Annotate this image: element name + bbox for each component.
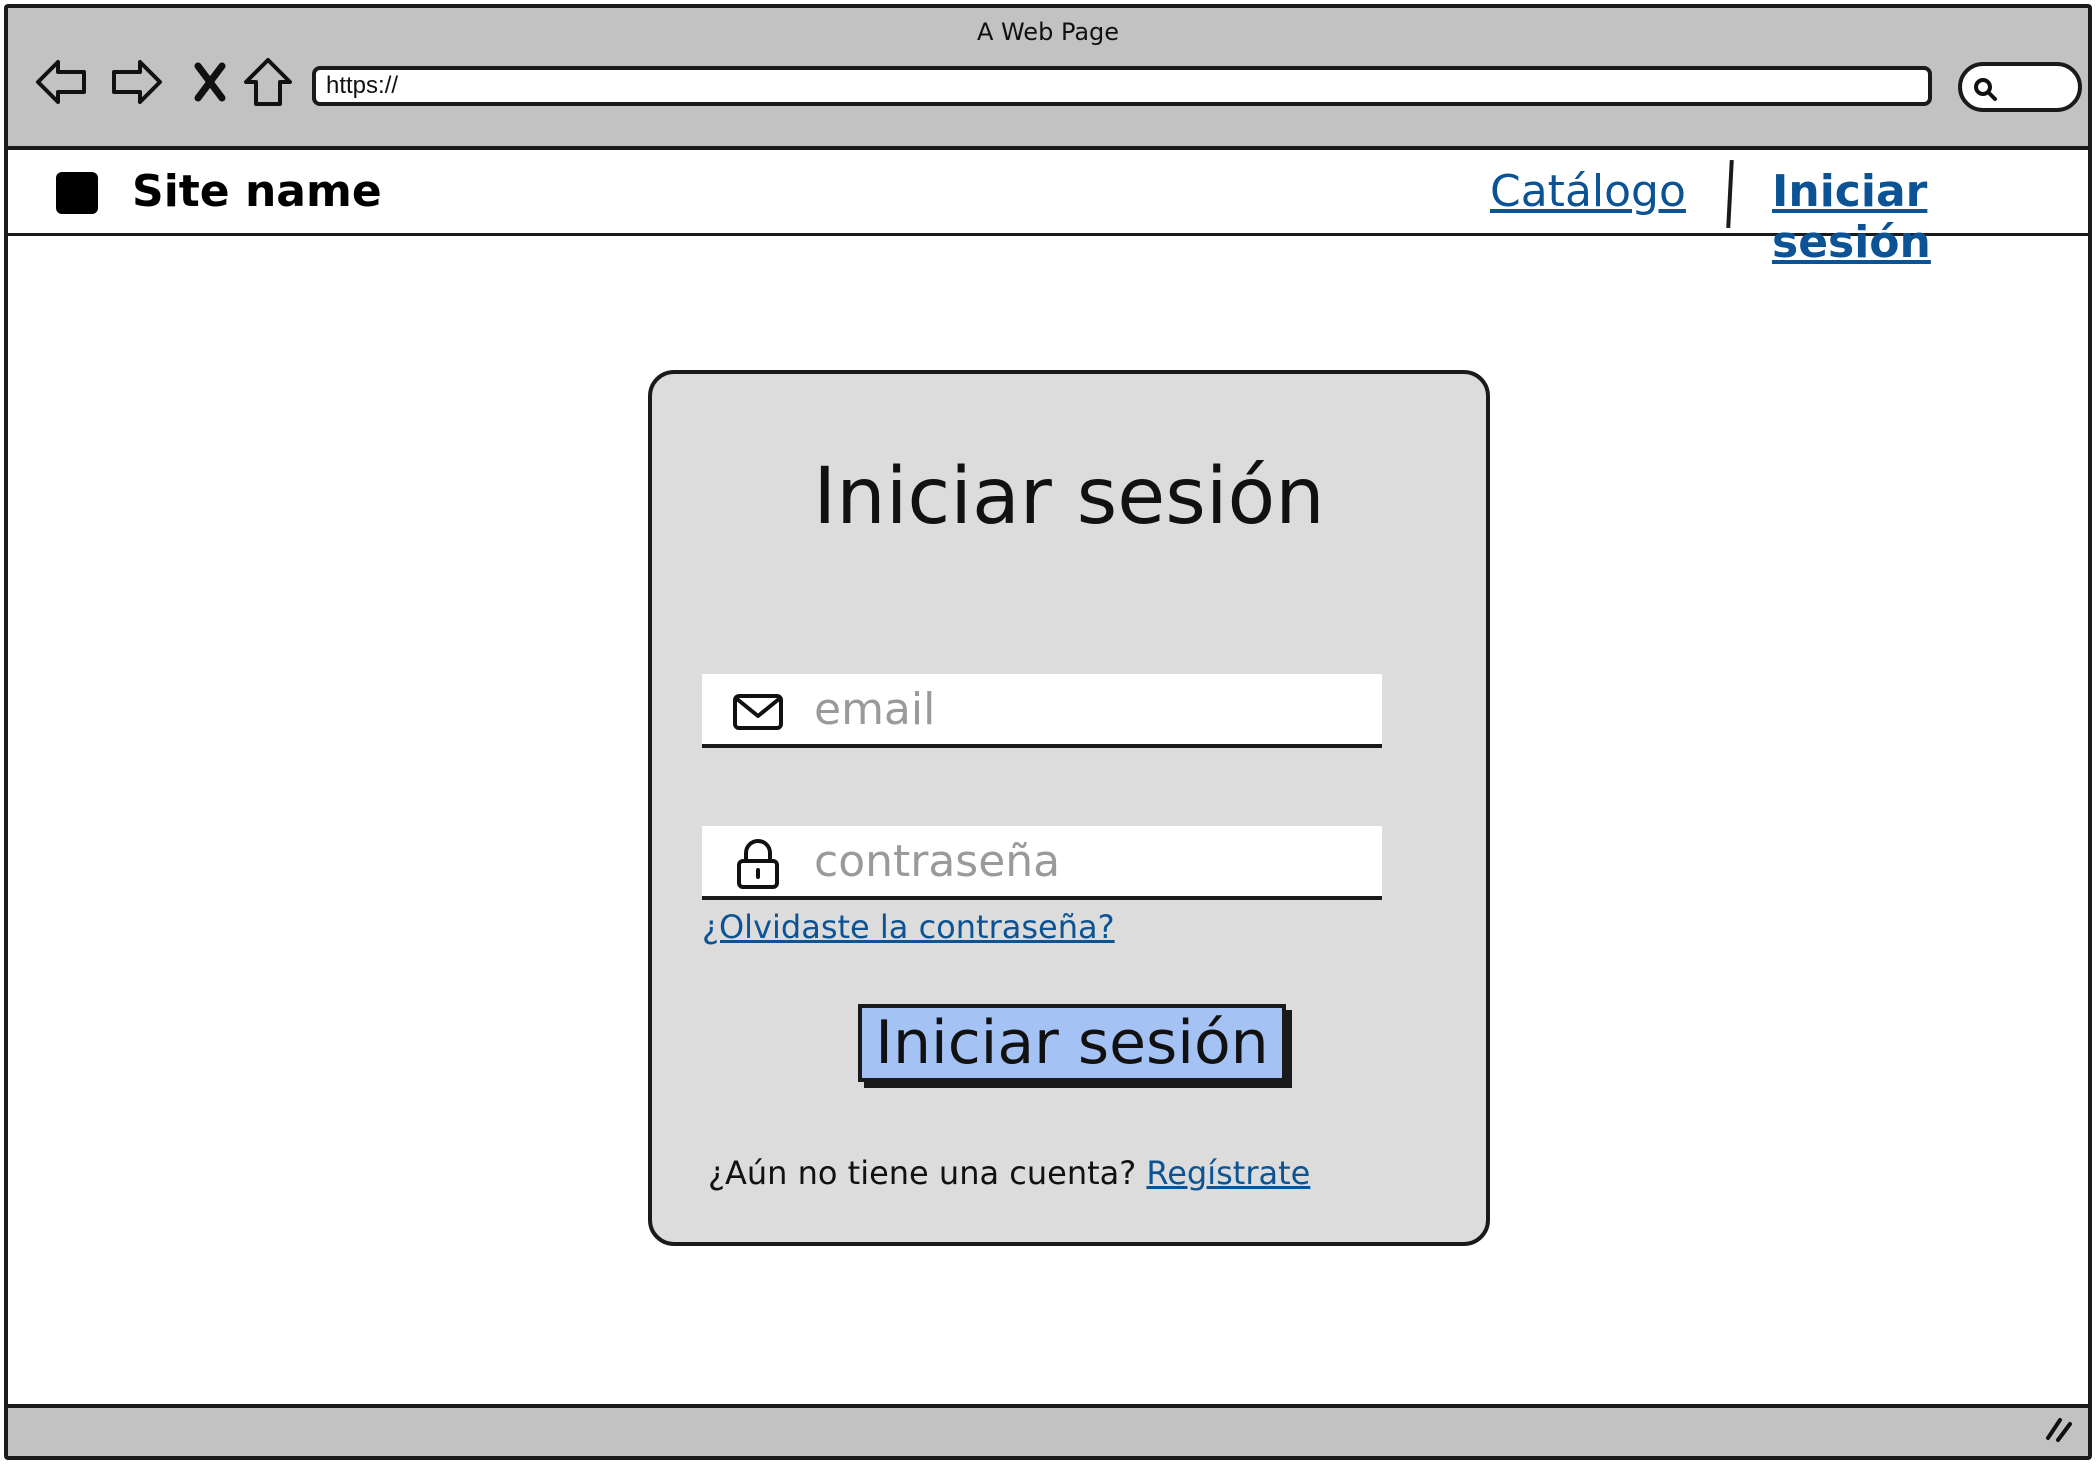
email-input[interactable] xyxy=(814,682,1354,736)
register-link[interactable]: Regístrate xyxy=(1146,1154,1310,1192)
nav-link-catalog[interactable]: Catálogo xyxy=(1490,166,1686,217)
site-header: Site name Catálogo Iniciar sesión xyxy=(8,150,2088,268)
window-title: A Web Page xyxy=(976,18,1120,46)
search-icon xyxy=(1974,78,1997,101)
password-field xyxy=(702,826,1382,900)
url-bar[interactable] xyxy=(312,66,1932,106)
browser-search-box[interactable] xyxy=(1958,62,2082,112)
password-input[interactable] xyxy=(814,834,1354,888)
browser-status-bar xyxy=(8,1404,2088,1456)
lock-icon xyxy=(730,839,786,889)
login-card: Iniciar sesión ¿Olvidaste la contraseña?… xyxy=(648,370,1490,1246)
email-field xyxy=(702,674,1382,748)
register-prompt: ¿Aún no tiene una cuenta? xyxy=(708,1154,1137,1192)
browser-toolbar: A Web Page xyxy=(8,8,2088,150)
back-arrow-icon[interactable] xyxy=(34,54,90,110)
login-title: Iniciar sesión xyxy=(813,452,1325,542)
register-prompt-row: ¿Aún no tiene una cuenta? Regístrate xyxy=(708,1154,1310,1192)
envelope-icon xyxy=(730,688,786,736)
site-logo[interactable] xyxy=(56,172,98,214)
browser-window: A Web Page Site name Catálogo Iniciar se… xyxy=(4,4,2092,1460)
login-submit-button[interactable]: Iniciar sesión xyxy=(858,1004,1286,1082)
close-icon[interactable] xyxy=(182,54,238,110)
site-name[interactable]: Site name xyxy=(132,166,382,217)
resize-grip-icon[interactable] xyxy=(2042,1412,2074,1448)
forward-arrow-icon[interactable] xyxy=(108,54,164,110)
forgot-password-link[interactable]: ¿Olvidaste la contraseña? xyxy=(702,908,1115,946)
home-icon[interactable] xyxy=(240,54,296,110)
nav-divider xyxy=(1726,159,1734,229)
nav-link-login[interactable]: Iniciar sesión xyxy=(1772,166,2088,268)
